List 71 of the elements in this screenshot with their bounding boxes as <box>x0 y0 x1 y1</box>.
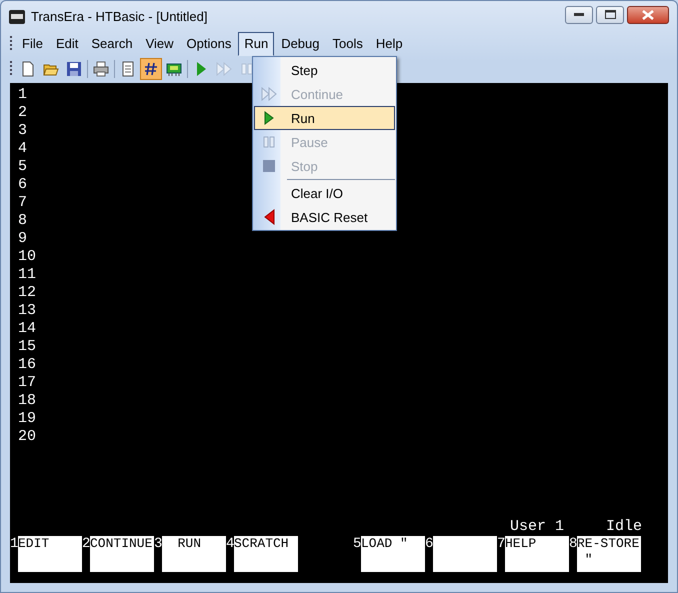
line-number: 15 <box>18 338 36 356</box>
softkey-number: 2 <box>82 536 90 552</box>
printer-icon <box>93 61 109 77</box>
line-number: 12 <box>18 284 36 302</box>
softkey-number: 6 <box>425 536 433 552</box>
softkey-number: 1 <box>10 536 18 552</box>
line-number: 11 <box>18 266 36 284</box>
circuit-board-icon <box>166 61 182 77</box>
line-number: 7 <box>18 194 28 212</box>
softkey-number: 5 <box>353 536 361 552</box>
menu-entry[interactable]: Run <box>254 106 395 130</box>
softkey-number: 8 <box>569 536 577 552</box>
line-number: 16 <box>18 356 36 374</box>
minimize-button[interactable] <box>565 6 593 24</box>
line-number: 2 <box>18 104 28 122</box>
line-number: 10 <box>18 248 36 266</box>
line-number: 17 <box>18 374 36 392</box>
softkey-button[interactable]: SCRATCH <box>234 536 298 572</box>
menu-entry[interactable]: Clear I/O <box>254 181 395 205</box>
softkey-button[interactable]: EDIT <box>18 536 82 572</box>
softkey-number: 7 <box>497 536 505 552</box>
softkey-number: 3 <box>154 536 162 552</box>
line-number: 5 <box>18 158 28 176</box>
pause-icon <box>239 61 255 77</box>
pause-icon <box>263 136 275 148</box>
close-icon <box>642 10 654 20</box>
maximize-button[interactable] <box>596 6 624 24</box>
line-number: 18 <box>18 392 36 410</box>
line-number: 19 <box>18 410 36 428</box>
status-label: Idle <box>606 519 642 535</box>
document-icon <box>20 61 36 77</box>
menu-entry[interactable]: Step <box>254 58 395 82</box>
menu-item[interactable]: Search <box>85 32 139 56</box>
back-arrow-icon <box>264 209 274 225</box>
softkey-button[interactable]: RE-STORE ″ <box>577 536 641 572</box>
menu-item[interactable]: Edit <box>50 32 84 56</box>
window-title: TransEra - HTBasic - [Untitled] <box>31 9 209 24</box>
fast-forward-icon <box>261 87 277 101</box>
line-number: 20 <box>18 428 36 446</box>
line-number: 4 <box>18 140 28 158</box>
line-number: 3 <box>18 122 28 140</box>
hash-icon <box>143 61 159 77</box>
maximize-icon <box>604 10 616 19</box>
menu-item[interactable]: Options <box>180 32 238 56</box>
stop-icon <box>263 160 275 172</box>
line-number: 13 <box>18 302 36 320</box>
line-number: 6 <box>18 176 28 194</box>
menu-item[interactable]: Help <box>370 32 409 56</box>
line-number: 1 <box>18 86 28 104</box>
softkey-button[interactable]: CONTINUE <box>90 536 154 572</box>
line-number: 8 <box>18 212 28 230</box>
app-icon <box>9 10 25 24</box>
softkey-button[interactable]: HELP <box>505 536 569 572</box>
line-number: 14 <box>18 320 36 338</box>
menu-item[interactable]: File <box>16 32 49 56</box>
softkey-number: 4 <box>226 536 234 552</box>
fast-forward-icon <box>216 61 232 77</box>
softkey-button[interactable]: RUN <box>162 536 226 572</box>
line-number: 9 <box>18 230 28 248</box>
close-button[interactable] <box>627 6 669 24</box>
minimize-icon <box>574 12 584 16</box>
menu-entry[interactable]: BASIC Reset <box>254 205 395 229</box>
page-icon <box>120 61 136 77</box>
menu-item[interactable]: View <box>140 32 180 56</box>
menu-item[interactable]: Tools <box>326 32 369 56</box>
user-label: User 1 <box>510 519 564 535</box>
play-icon <box>264 111 274 125</box>
menu-item[interactable]: Debug <box>275 32 326 56</box>
softkey-button[interactable]: LOAD ″ <box>361 536 425 572</box>
line-numbers-button[interactable] <box>140 58 162 80</box>
menu-item[interactable]: Run <box>238 32 274 56</box>
